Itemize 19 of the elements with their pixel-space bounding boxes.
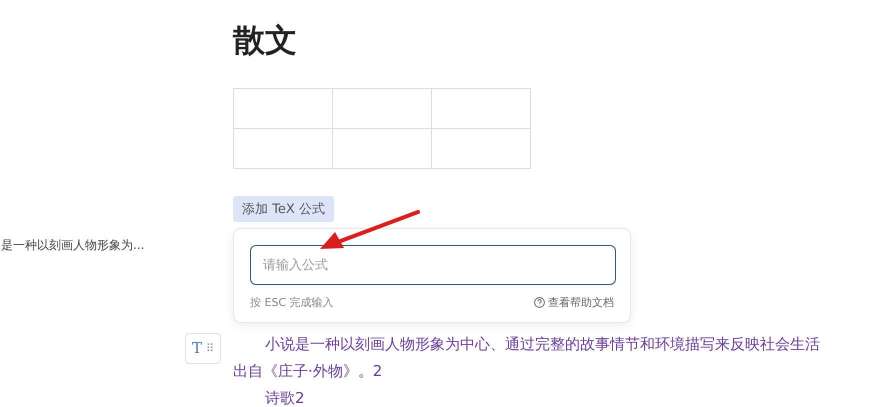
paragraph-text: 诗歌2 [264,389,305,407]
formula-input-field[interactable]: 请输入公式 [250,245,616,285]
outline-item[interactable]: 是一种以刻画人物形象为... [1,237,233,254]
esc-hint: 按 ESC 完成输入 [250,295,334,310]
paragraph-text: 小说是一种以刻画人物形象为中心、通过完整的故事情节和环境描写来反映社会生活 [264,335,820,353]
help-icon [534,297,545,308]
table-cell[interactable] [234,88,332,128]
table-cell[interactable] [432,128,530,168]
table-cell[interactable] [432,88,530,128]
block-handle[interactable]: T ⠿ [185,333,222,364]
document-title: 散文 [233,20,298,61]
table-cell[interactable] [332,128,432,168]
table-cell[interactable] [234,128,332,168]
add-formula-button[interactable]: 添加 TeX 公式 [233,196,334,222]
text-type-icon: T [192,335,202,362]
table-cell[interactable] [332,88,432,128]
help-link[interactable]: 查看帮助文档 [534,295,614,310]
paragraph-text: 出自《庄子·外物》。2 [233,362,382,380]
drag-icon: ⠿ [206,335,214,362]
